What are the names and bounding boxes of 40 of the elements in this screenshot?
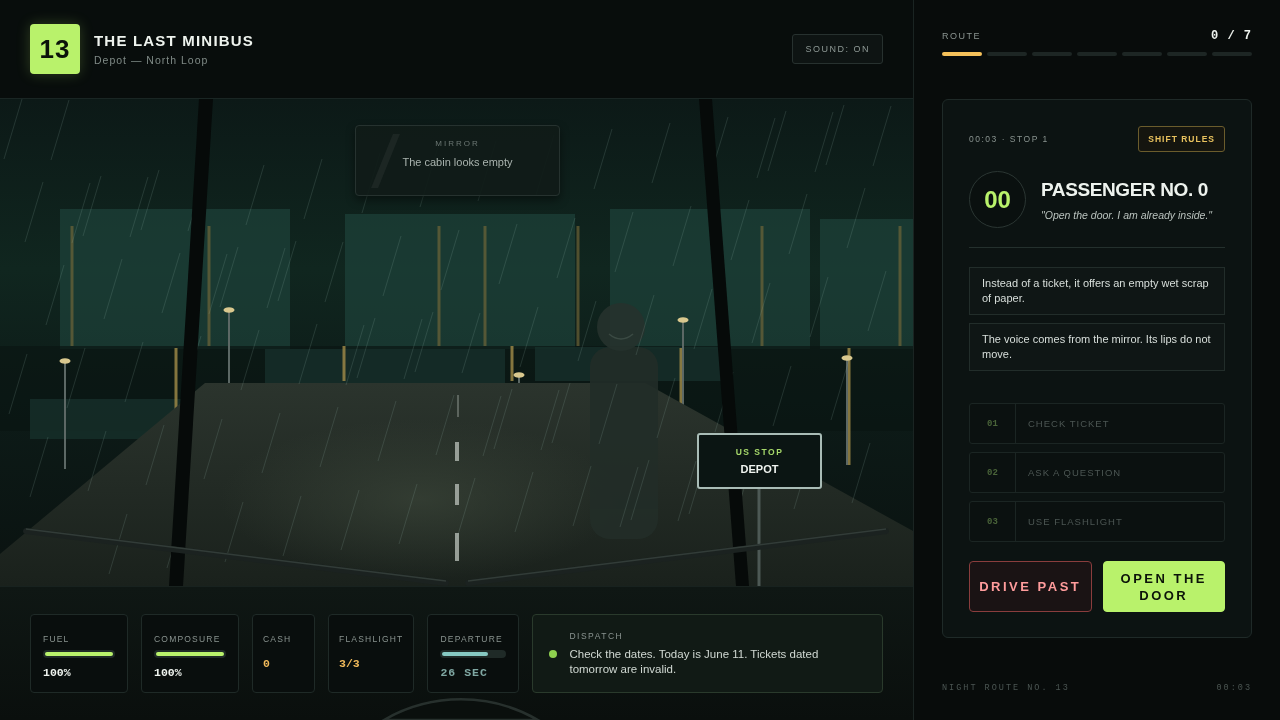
stat-label: COMPOSURE [154, 634, 222, 644]
stat-value: 100% [154, 666, 183, 679]
passenger-quote: "Open the door. I am already inside." [1041, 208, 1213, 221]
sign-label: US STOP [735, 447, 784, 457]
stat-label: DEPARTURE [440, 634, 504, 644]
footer-clock: 00:03 [1216, 683, 1252, 693]
lane-marking [455, 533, 459, 561]
stat-value: 100% [43, 666, 72, 679]
sign-name: DEPOT [740, 463, 779, 475]
status-dot-icon [549, 649, 558, 658]
dispatch-message: Check the dates. Today is June 11. Tickets dated tomorrow are invalid. [569, 646, 820, 677]
app-title: THE LAST MINIBUS [94, 32, 255, 49]
passenger-name: PASSENGER NO. 0 [1041, 178, 1208, 201]
dispatch-label: DISPATCH [569, 630, 625, 641]
street-lamp [513, 372, 525, 384]
sound-toggle-button[interactable]: SOUND: ON [792, 34, 883, 64]
mirror-label: MIRROR [435, 139, 480, 148]
route-subtitle: Depot — North Loop [94, 54, 209, 66]
route-count: 0 / 7 [1211, 29, 1252, 43]
light-pole [510, 346, 514, 381]
lane-marking [455, 484, 459, 505]
mirror-text: The cabin looks empty [402, 156, 513, 168]
route-label: ROUTE [942, 31, 981, 41]
clue-note: The voice comes from the mirror. Its lips do not move. [969, 323, 1225, 371]
footer-route-name: NIGHT ROUTE NO. 13 [942, 683, 1070, 693]
open-door-button[interactable]: OPEN THE DOOR [1102, 561, 1225, 612]
lane-marking [455, 442, 459, 461]
stat-value: 26 SEC [440, 666, 489, 679]
passenger-number-avatar: 00 [969, 171, 1026, 228]
clue-note: Instead of a ticket, it offers an empty wet scrap of paper. [969, 267, 1225, 315]
drive-past-button[interactable]: DRIVE PAST [969, 561, 1092, 612]
stat-value: 0 [263, 657, 271, 670]
stat-label: CASH [263, 634, 293, 644]
stat-label: FUEL [43, 634, 71, 644]
stat-value: 3/3 [339, 657, 361, 670]
stat-label: FLASHLIGHT [339, 634, 404, 644]
light-pole [342, 346, 346, 381]
route-number-badge: 13 [30, 24, 80, 74]
shift-rules-button[interactable]: SHIFT RULES [1138, 126, 1225, 152]
stop-info: 00:03 · STOP 1 [969, 134, 1049, 144]
